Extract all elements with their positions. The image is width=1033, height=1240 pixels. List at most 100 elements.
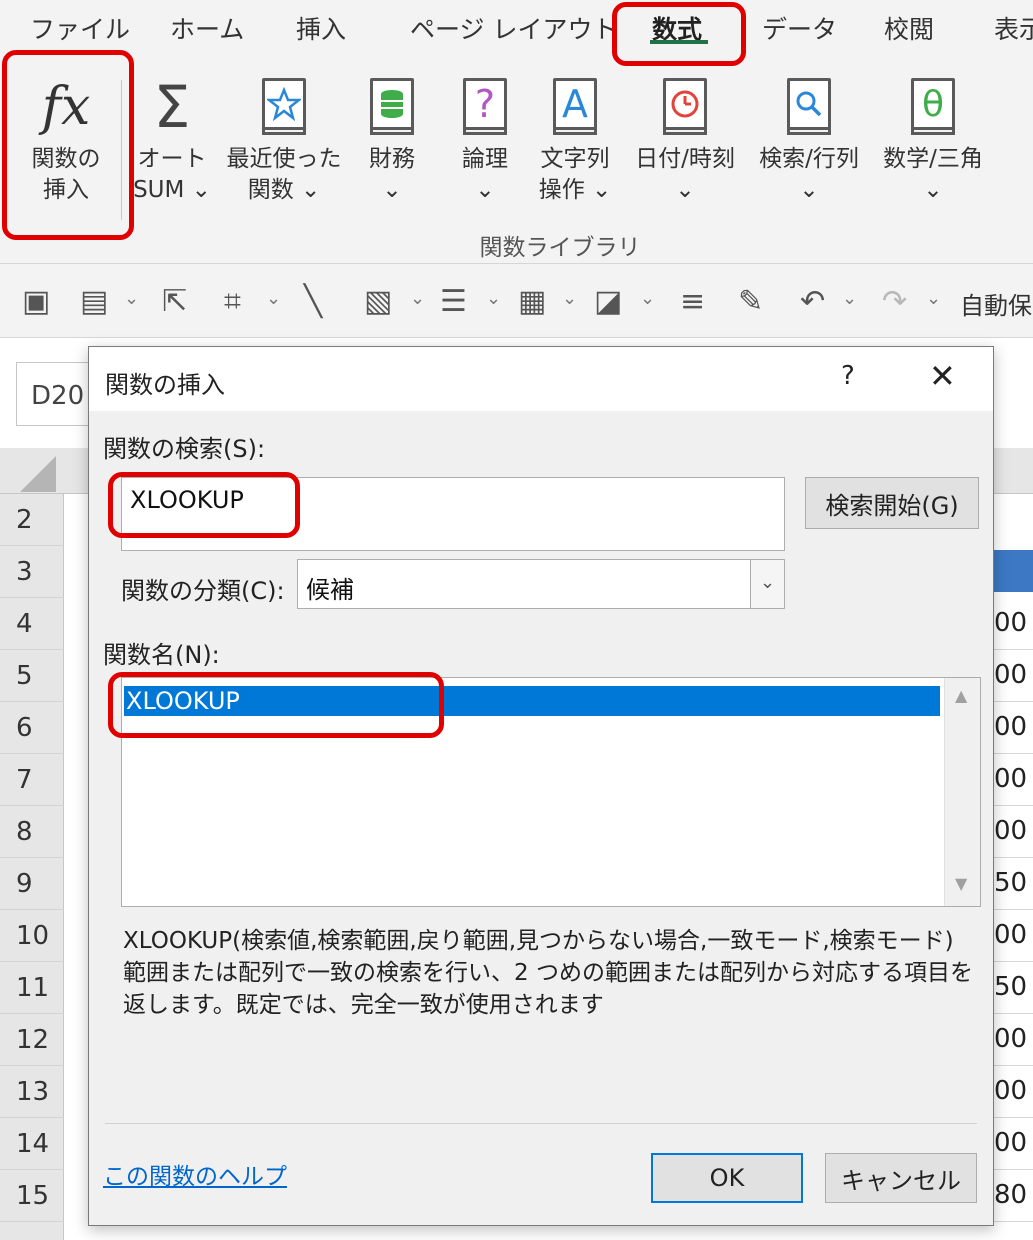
recent-label-2: 関数 ⌄ (247, 177, 321, 203)
cell[interactable]: 00 (993, 1066, 1033, 1118)
form-icon[interactable]: ▤ (80, 284, 108, 319)
scroll-down-icon[interactable]: ▼ (955, 874, 967, 893)
text-label-2: 操作 ⌄ (538, 177, 612, 203)
row-header[interactable]: 13 (0, 1066, 64, 1118)
cell[interactable]: 80 (993, 1170, 1033, 1222)
row-header[interactable]: 11 (0, 962, 64, 1014)
clipboard-icon[interactable]: ▣ (22, 284, 50, 319)
chevron-down-icon[interactable]: ⌄ (562, 288, 577, 309)
chevron-down-icon[interactable]: ⌄ (486, 288, 501, 309)
align-icon[interactable]: ≡ (680, 284, 705, 319)
sigma-icon: Σ (153, 73, 191, 141)
help-icon[interactable]: ? (841, 361, 855, 391)
tab-data[interactable]: データ (762, 10, 837, 46)
tab-review[interactable]: 校閲 (884, 10, 934, 46)
category-select[interactable]: 候補 ⌄ (297, 559, 785, 609)
row-header[interactable]: 4 (0, 598, 64, 650)
row-header-column: 2 3 4 5 6 7 8 9 10 11 12 13 14 15 (0, 494, 64, 1240)
close-icon[interactable]: ✕ (929, 357, 956, 395)
math-label-1: 数学/三角 (883, 146, 983, 172)
theta-book-icon: θ (911, 78, 955, 135)
chevron-down-icon[interactable]: ⌄ (842, 288, 857, 309)
chevron-down-icon[interactable]: ⌄ (266, 288, 281, 309)
text-book-icon: A (553, 78, 597, 135)
crop-icon[interactable]: ⌗ (224, 284, 241, 319)
line-weight-icon[interactable]: ☰ (440, 284, 467, 319)
chevron-down-icon[interactable]: ⌄ (750, 560, 784, 608)
callout-formulas-tab (612, 2, 746, 66)
star-book-icon (262, 78, 306, 135)
cell[interactable]: 00 (993, 598, 1033, 650)
cell[interactable]: 00 (993, 910, 1033, 962)
chevron-down-icon[interactable]: ⌄ (410, 288, 425, 309)
paste-icon[interactable]: ▦ (518, 284, 546, 319)
format-painter-icon[interactable]: ✎ (738, 284, 763, 319)
magnifier-book-icon (787, 78, 831, 135)
chevron-down-icon[interactable]: ⌄ (926, 288, 941, 309)
logical-label-1: 論理 (462, 146, 508, 172)
function-description: 範囲または配列で一致の検索を行い、2 つめの範囲または配列から対応する項目を返し… (123, 960, 973, 1018)
tab-page-layout[interactable]: ページ レイアウト (410, 10, 617, 46)
chevron-down-icon[interactable]: ⌄ (640, 288, 655, 309)
chevron-down-icon[interactable]: ⌄ (124, 288, 139, 309)
row-header[interactable]: 15 (0, 1170, 64, 1222)
redo-icon[interactable]: ↷ (882, 284, 907, 319)
row-header[interactable]: 12 (0, 1014, 64, 1066)
autosum-label-2: SUM ⌄ (133, 177, 211, 203)
row-header[interactable]: 2 (0, 494, 64, 546)
ribbon-tab-bar: ファイル ホーム 挿入 ページ レイアウト 数式 データ 校閲 表示 (0, 0, 1033, 62)
callout-search-value (108, 472, 300, 538)
logical-label-2: ⌄ (475, 177, 495, 203)
category-value: 候補 (306, 576, 354, 604)
tab-view[interactable]: 表示 (994, 10, 1033, 46)
name-box[interactable]: D20 (16, 362, 96, 426)
search-go-button[interactable]: 検索開始(G) (805, 477, 979, 529)
financial-label-2: ⌄ (382, 177, 402, 203)
row-header[interactable]: 9 (0, 858, 64, 910)
cancel-button[interactable]: キャンセル (825, 1153, 977, 1203)
scroll-up-icon[interactable]: ▲ (955, 686, 967, 705)
text-label-1: 文字列 (540, 146, 610, 172)
ok-button[interactable]: OK (651, 1153, 803, 1203)
cell[interactable]: 00 (993, 1118, 1033, 1170)
select-all-corner[interactable] (20, 456, 56, 492)
row-header[interactable]: 7 (0, 754, 64, 806)
row-header[interactable]: 6 (0, 702, 64, 754)
cell[interactable]: 00 (993, 650, 1033, 702)
undo-icon[interactable]: ↶ (800, 284, 825, 319)
tab-insert[interactable]: 挿入 (296, 10, 346, 46)
datetime-label-2: ⌄ (675, 177, 695, 203)
row-header[interactable]: 8 (0, 806, 64, 858)
function-name-label: 関数名(N): (103, 641, 220, 669)
math-label-2: ⌄ (923, 177, 943, 203)
shapes-icon[interactable]: ◪ (594, 284, 622, 319)
financial-label-1: 財務 (369, 146, 415, 172)
tab-file[interactable]: ファイル (30, 10, 130, 46)
cell[interactable]: 00 (993, 806, 1033, 858)
row-header[interactable]: 14 (0, 1118, 64, 1170)
cell[interactable]: 50 (993, 962, 1033, 1014)
function-library-group-label: 関数ライブラリ (479, 235, 641, 261)
datetime-label-1: 日付/時刻 (635, 146, 735, 172)
callout-selected-function (108, 672, 444, 738)
clock-book-icon (663, 78, 707, 135)
question-book-icon: ? (463, 78, 507, 135)
header-cell-fill[interactable] (993, 550, 1033, 592)
search-function-label: 関数の検索(S): (103, 435, 266, 463)
lookup-label-1: 検索/行列 (759, 146, 859, 172)
row-header[interactable]: 10 (0, 910, 64, 962)
cell[interactable]: 50 (993, 858, 1033, 910)
tab-home[interactable]: ホーム (170, 10, 244, 46)
function-help-link[interactable]: この関数のヘルプ (103, 1157, 287, 1191)
dialog-titlebar: 関数の挿入 ? ✕ (89, 347, 993, 411)
cell[interactable]: 00 (993, 1014, 1033, 1066)
line-icon[interactable]: ╲ (304, 284, 322, 319)
row-header[interactable]: 3 (0, 546, 64, 598)
category-label: 関数の分類(C): (121, 577, 285, 605)
list-scrollbar[interactable]: ▲ ▼ (944, 678, 980, 906)
select-pointer-icon[interactable]: ⇱ (162, 284, 187, 319)
cell[interactable]: 00 (993, 702, 1033, 754)
edit-shape-icon[interactable]: ▧ (364, 284, 392, 319)
row-header[interactable]: 5 (0, 650, 64, 702)
cell[interactable]: 00 (993, 754, 1033, 806)
